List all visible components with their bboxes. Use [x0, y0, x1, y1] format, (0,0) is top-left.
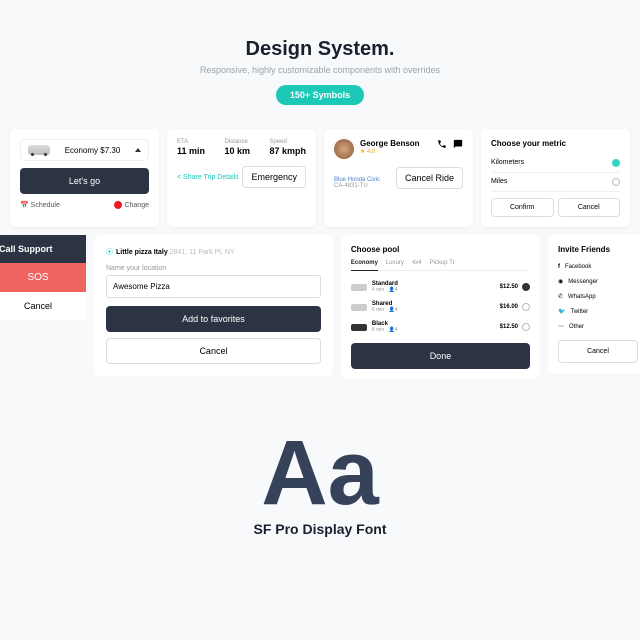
driver-name: George Benson	[360, 139, 420, 148]
car-icon	[351, 284, 367, 291]
invite-twitter[interactable]: 🐦Twitter	[558, 304, 638, 319]
hero-subtitle: Responsive, highly customizable componen…	[0, 65, 640, 75]
radio-off-icon	[612, 178, 620, 186]
location-address: 2841, 11 Park Pl, NY	[170, 249, 235, 256]
fav-cancel-button[interactable]: Cancel	[106, 338, 321, 364]
car-plate: CA-4831-TU	[334, 183, 380, 189]
pool-black[interactable]: Black8 min · 👤4$12.50	[351, 317, 530, 337]
share-trip-link[interactable]: Share Trip Details	[177, 174, 239, 181]
call-support-button[interactable]: Call Support	[0, 235, 86, 263]
radio-icon	[522, 303, 530, 311]
driver-avatar	[334, 139, 354, 159]
pool-standard[interactable]: Standard4 min · 👤4$12.50	[351, 277, 530, 297]
eta-value: 11 min	[177, 146, 205, 156]
invite-whatsapp[interactable]: ✆WhatsApp	[558, 289, 638, 304]
km-option[interactable]: Kilometers	[491, 154, 620, 173]
distance-label: Distance	[224, 139, 250, 145]
distance-value: 10 km	[224, 146, 250, 156]
confirm-button[interactable]: Confirm	[491, 198, 554, 217]
invite-messenger[interactable]: ◉Messenger	[558, 274, 638, 289]
speed-value: 87 kmph	[269, 146, 306, 156]
chat-icon[interactable]	[453, 139, 463, 149]
favorites-card: ⦿Little pizza Italy 2841, 11 Park Pl, NY…	[94, 235, 333, 376]
typography-sample: Aa	[0, 427, 640, 519]
change-link[interactable]: Change	[114, 201, 149, 209]
economy-label: Economy $7.30	[65, 146, 121, 155]
location-name: Little pizza Italy	[116, 249, 168, 256]
schedule-link[interactable]: 📅 Schedule	[20, 201, 60, 209]
invite-facebook[interactable]: fFacebook	[558, 260, 638, 274]
metric-card: Choose your metric Kilometers Miles Conf…	[481, 129, 630, 227]
chevron-up-icon	[135, 148, 141, 152]
car-icon	[28, 145, 50, 155]
done-button[interactable]: Done	[351, 343, 530, 369]
car-icon	[351, 324, 367, 331]
twitter-icon: 🐦	[558, 308, 565, 315]
sos-cancel-button[interactable]: Cancel	[0, 292, 86, 320]
sos-card: Call Support SOS Cancel	[0, 235, 86, 320]
car-icon	[351, 304, 367, 311]
facebook-icon: f	[558, 264, 560, 270]
trip-stats-card: ETA11 min Distance10 km Speed87 kmph Sha…	[167, 129, 316, 227]
symbols-badge: 150+ Symbols	[276, 85, 364, 105]
sos-button[interactable]: SOS	[0, 263, 86, 292]
tab-pickup[interactable]: Pickup Tr	[430, 260, 455, 266]
hero-title: Design System.	[0, 38, 640, 61]
miles-option[interactable]: Miles	[491, 173, 620, 192]
speed-label: Speed	[269, 139, 306, 145]
invite-title: Invite Friends	[558, 245, 638, 254]
radio-on-icon	[612, 159, 620, 167]
tab-economy[interactable]: Economy	[351, 260, 378, 271]
invite-card: Invite Friends fFacebook ◉Messenger ✆Wha…	[548, 235, 640, 373]
messenger-icon: ◉	[558, 278, 563, 285]
cancel-button[interactable]: Cancel	[558, 198, 621, 217]
driver-rating: ★ 4.8	[360, 148, 420, 155]
whatsapp-icon: ✆	[558, 293, 563, 300]
add-favorites-button[interactable]: Add to favorites	[106, 306, 321, 332]
emergency-button[interactable]: Emergency	[242, 166, 306, 188]
economy-selector[interactable]: Economy $7.30	[20, 139, 149, 161]
location-name-input[interactable]: Awesome Pizza	[106, 275, 321, 298]
driver-card: George Benson★ 4.8 Blue Honda CivicCA-48…	[324, 129, 473, 227]
invite-cancel-button[interactable]: Cancel	[558, 340, 638, 363]
pool-card: Choose pool Economy Luxury 4x4 Pickup Tr…	[341, 235, 540, 379]
name-location-label: Name your location	[106, 265, 321, 272]
more-icon: ⋯	[558, 323, 564, 330]
font-name: SF Pro Display Font	[0, 521, 640, 537]
invite-other[interactable]: ⋯Other	[558, 319, 638, 334]
phone-icon[interactable]	[437, 139, 447, 149]
pool-shared[interactable]: Shared6 min · 👤4$16.00	[351, 297, 530, 317]
pin-icon: ⦿	[106, 249, 113, 256]
cancel-ride-button[interactable]: Cancel Ride	[396, 167, 463, 189]
mastercard-icon	[114, 201, 122, 209]
radio-icon	[522, 323, 530, 331]
lets-go-button[interactable]: Let's go	[20, 168, 149, 194]
check-icon	[522, 283, 530, 291]
tab-4x4[interactable]: 4x4	[412, 260, 422, 266]
tab-luxury[interactable]: Luxury	[386, 260, 404, 266]
metric-title: Choose your metric	[491, 139, 620, 148]
pool-title: Choose pool	[351, 245, 530, 254]
eta-label: ETA	[177, 139, 205, 145]
ride-select-card: Economy $7.30 Let's go 📅 Schedule Change	[10, 129, 159, 227]
